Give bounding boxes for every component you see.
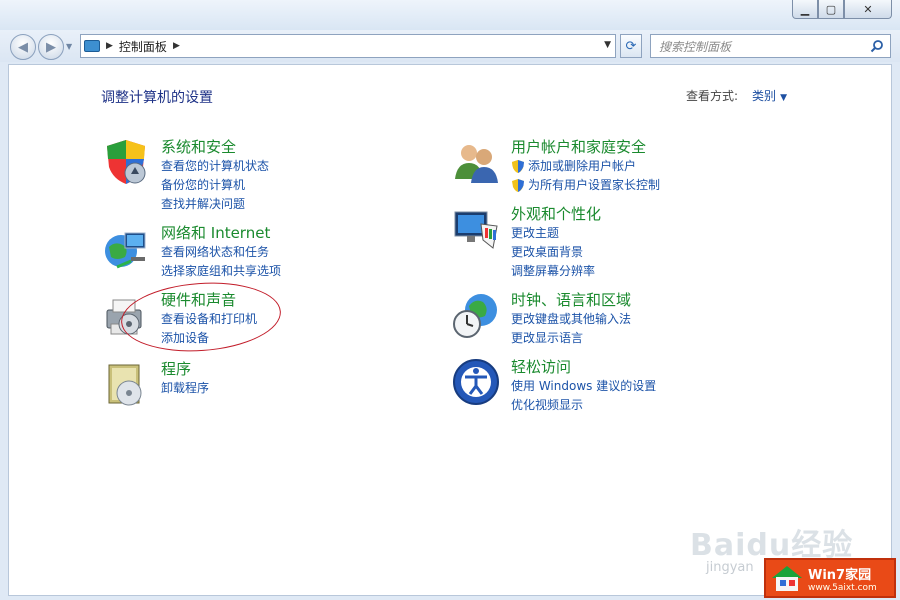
category-programs: 程序 卸载程序 bbox=[101, 359, 209, 409]
uac-shield-icon bbox=[512, 179, 524, 192]
link-homegroup-sharing[interactable]: 选择家庭组和共享选项 bbox=[161, 262, 281, 281]
back-button[interactable]: ◀ bbox=[10, 34, 36, 60]
forward-button[interactable]: ▶ bbox=[38, 34, 64, 60]
category-ease-of-access: 轻松访问 使用 Windows 建议的设置 优化视频显示 bbox=[451, 357, 656, 415]
link-add-remove-user[interactable]: 添加或删除用户帐户 bbox=[511, 157, 660, 176]
category-user-accounts: 用户帐户和家庭安全 添加或删除用户帐户 为所有用户设置家长控制 bbox=[451, 137, 660, 195]
network-globe-icon[interactable] bbox=[101, 223, 151, 273]
address-dropdown-icon[interactable]: ▼ bbox=[604, 40, 611, 50]
link-text[interactable]: 添加或删除用户帐户 bbox=[528, 157, 636, 176]
search-input[interactable]: 搜索控制面板 bbox=[659, 38, 868, 55]
category-title[interactable]: 程序 bbox=[161, 359, 209, 379]
breadcrumb-control-panel[interactable]: 控制面板 bbox=[119, 38, 167, 55]
recent-pages-dropdown[interactable]: ▼ bbox=[66, 42, 72, 51]
view-by: 查看方式: 类别 ▼ bbox=[686, 87, 787, 104]
link-troubleshoot[interactable]: 查找并解决问题 bbox=[161, 195, 269, 214]
link-backup-computer[interactable]: 备份您的计算机 bbox=[161, 176, 269, 195]
category-title[interactable]: 用户帐户和家庭安全 bbox=[511, 137, 660, 157]
category-clock-language-region: 时钟、语言和区域 更改键盘或其他输入法 更改显示语言 bbox=[451, 290, 631, 348]
appearance-monitor-icon[interactable] bbox=[451, 204, 501, 254]
view-by-value[interactable]: 类别 bbox=[752, 89, 776, 103]
category-title[interactable]: 轻松访问 bbox=[511, 357, 656, 377]
category-title[interactable]: 系统和安全 bbox=[161, 137, 269, 157]
programs-disc-icon[interactable] bbox=[101, 359, 151, 409]
control-panel-icon bbox=[84, 40, 100, 52]
link-change-theme[interactable]: 更改主题 bbox=[511, 224, 601, 243]
logo-url: www.5aixt.com bbox=[808, 582, 877, 593]
ease-of-access-icon[interactable] bbox=[451, 357, 501, 407]
link-recommended-settings[interactable]: 使用 Windows 建议的设置 bbox=[511, 377, 656, 396]
link-parental-controls[interactable]: 为所有用户设置家长控制 bbox=[511, 176, 660, 195]
search-icon[interactable] bbox=[868, 37, 886, 55]
view-by-label: 查看方式: bbox=[686, 89, 739, 103]
category-title[interactable]: 时钟、语言和区域 bbox=[511, 290, 631, 310]
minimize-button[interactable]: ▁ bbox=[792, 0, 818, 19]
category-system-security: 系统和安全 查看您的计算机状态 备份您的计算机 查找并解决问题 bbox=[101, 137, 269, 214]
category-network-internet: 网络和 Internet 查看网络状态和任务 选择家庭组和共享选项 bbox=[101, 223, 281, 281]
refresh-button[interactable]: ⟳ bbox=[620, 34, 642, 58]
breadcrumb-arrow-icon[interactable]: ▶ bbox=[173, 41, 180, 51]
link-screen-resolution[interactable]: 调整屏幕分辨率 bbox=[511, 262, 601, 281]
address-bar[interactable]: ▶ 控制面板 ▶ ▼ bbox=[80, 34, 616, 58]
house-logo-icon bbox=[772, 566, 802, 591]
maximize-button[interactable]: ▢ bbox=[818, 0, 844, 19]
category-title[interactable]: 网络和 Internet bbox=[161, 223, 281, 243]
back-arrow-icon: ◀ bbox=[18, 39, 28, 55]
win7-home-logo: Win7家园 www.5aixt.com bbox=[764, 558, 896, 598]
control-panel-content: 调整计算机的设置 查看方式: 类别 ▼ 系统和安全 查看您的计算机状态 备份您的计… bbox=[8, 64, 892, 596]
system-security-shield-icon[interactable] bbox=[101, 137, 151, 187]
forward-arrow-icon: ▶ bbox=[46, 39, 56, 55]
close-button[interactable]: ✕ bbox=[844, 0, 892, 19]
user-accounts-icon[interactable] bbox=[451, 137, 501, 187]
link-change-background[interactable]: 更改桌面背景 bbox=[511, 243, 601, 262]
link-uninstall-program[interactable]: 卸载程序 bbox=[161, 379, 209, 398]
link-view-computer-status[interactable]: 查看您的计算机状态 bbox=[161, 157, 269, 176]
refresh-icon: ⟳ bbox=[625, 38, 637, 54]
category-appearance: 外观和个性化 更改主题 更改桌面背景 调整屏幕分辨率 bbox=[451, 204, 601, 281]
link-optimize-display[interactable]: 优化视频显示 bbox=[511, 396, 656, 415]
uac-shield-icon bbox=[512, 160, 524, 173]
view-by-dropdown[interactable]: 类别 ▼ bbox=[752, 87, 787, 104]
breadcrumb-arrow-icon[interactable]: ▶ bbox=[106, 41, 113, 51]
caption-buttons: ▁ ▢ ✕ bbox=[792, 0, 892, 19]
category-title[interactable]: 外观和个性化 bbox=[511, 204, 601, 224]
jingyan-watermark: jingyan bbox=[706, 560, 754, 575]
link-network-status[interactable]: 查看网络状态和任务 bbox=[161, 243, 281, 262]
logo-title: Win7家园 bbox=[808, 567, 872, 583]
link-display-language[interactable]: 更改显示语言 bbox=[511, 329, 631, 348]
chevron-down-icon[interactable]: ▼ bbox=[780, 93, 787, 103]
title-bar: ▁ ▢ ✕ bbox=[0, 0, 900, 30]
search-box[interactable]: 搜索控制面板 bbox=[650, 34, 891, 58]
link-text[interactable]: 为所有用户设置家长控制 bbox=[528, 176, 660, 195]
link-keyboard-input[interactable]: 更改键盘或其他输入法 bbox=[511, 310, 631, 329]
navigation-bar: ◀ ▶ ▼ ▶ 控制面板 ▶ ▼ ⟳ 搜索控制面板 bbox=[0, 30, 900, 62]
clock-globe-icon[interactable] bbox=[451, 290, 501, 340]
page-title: 调整计算机的设置 bbox=[101, 90, 213, 106]
